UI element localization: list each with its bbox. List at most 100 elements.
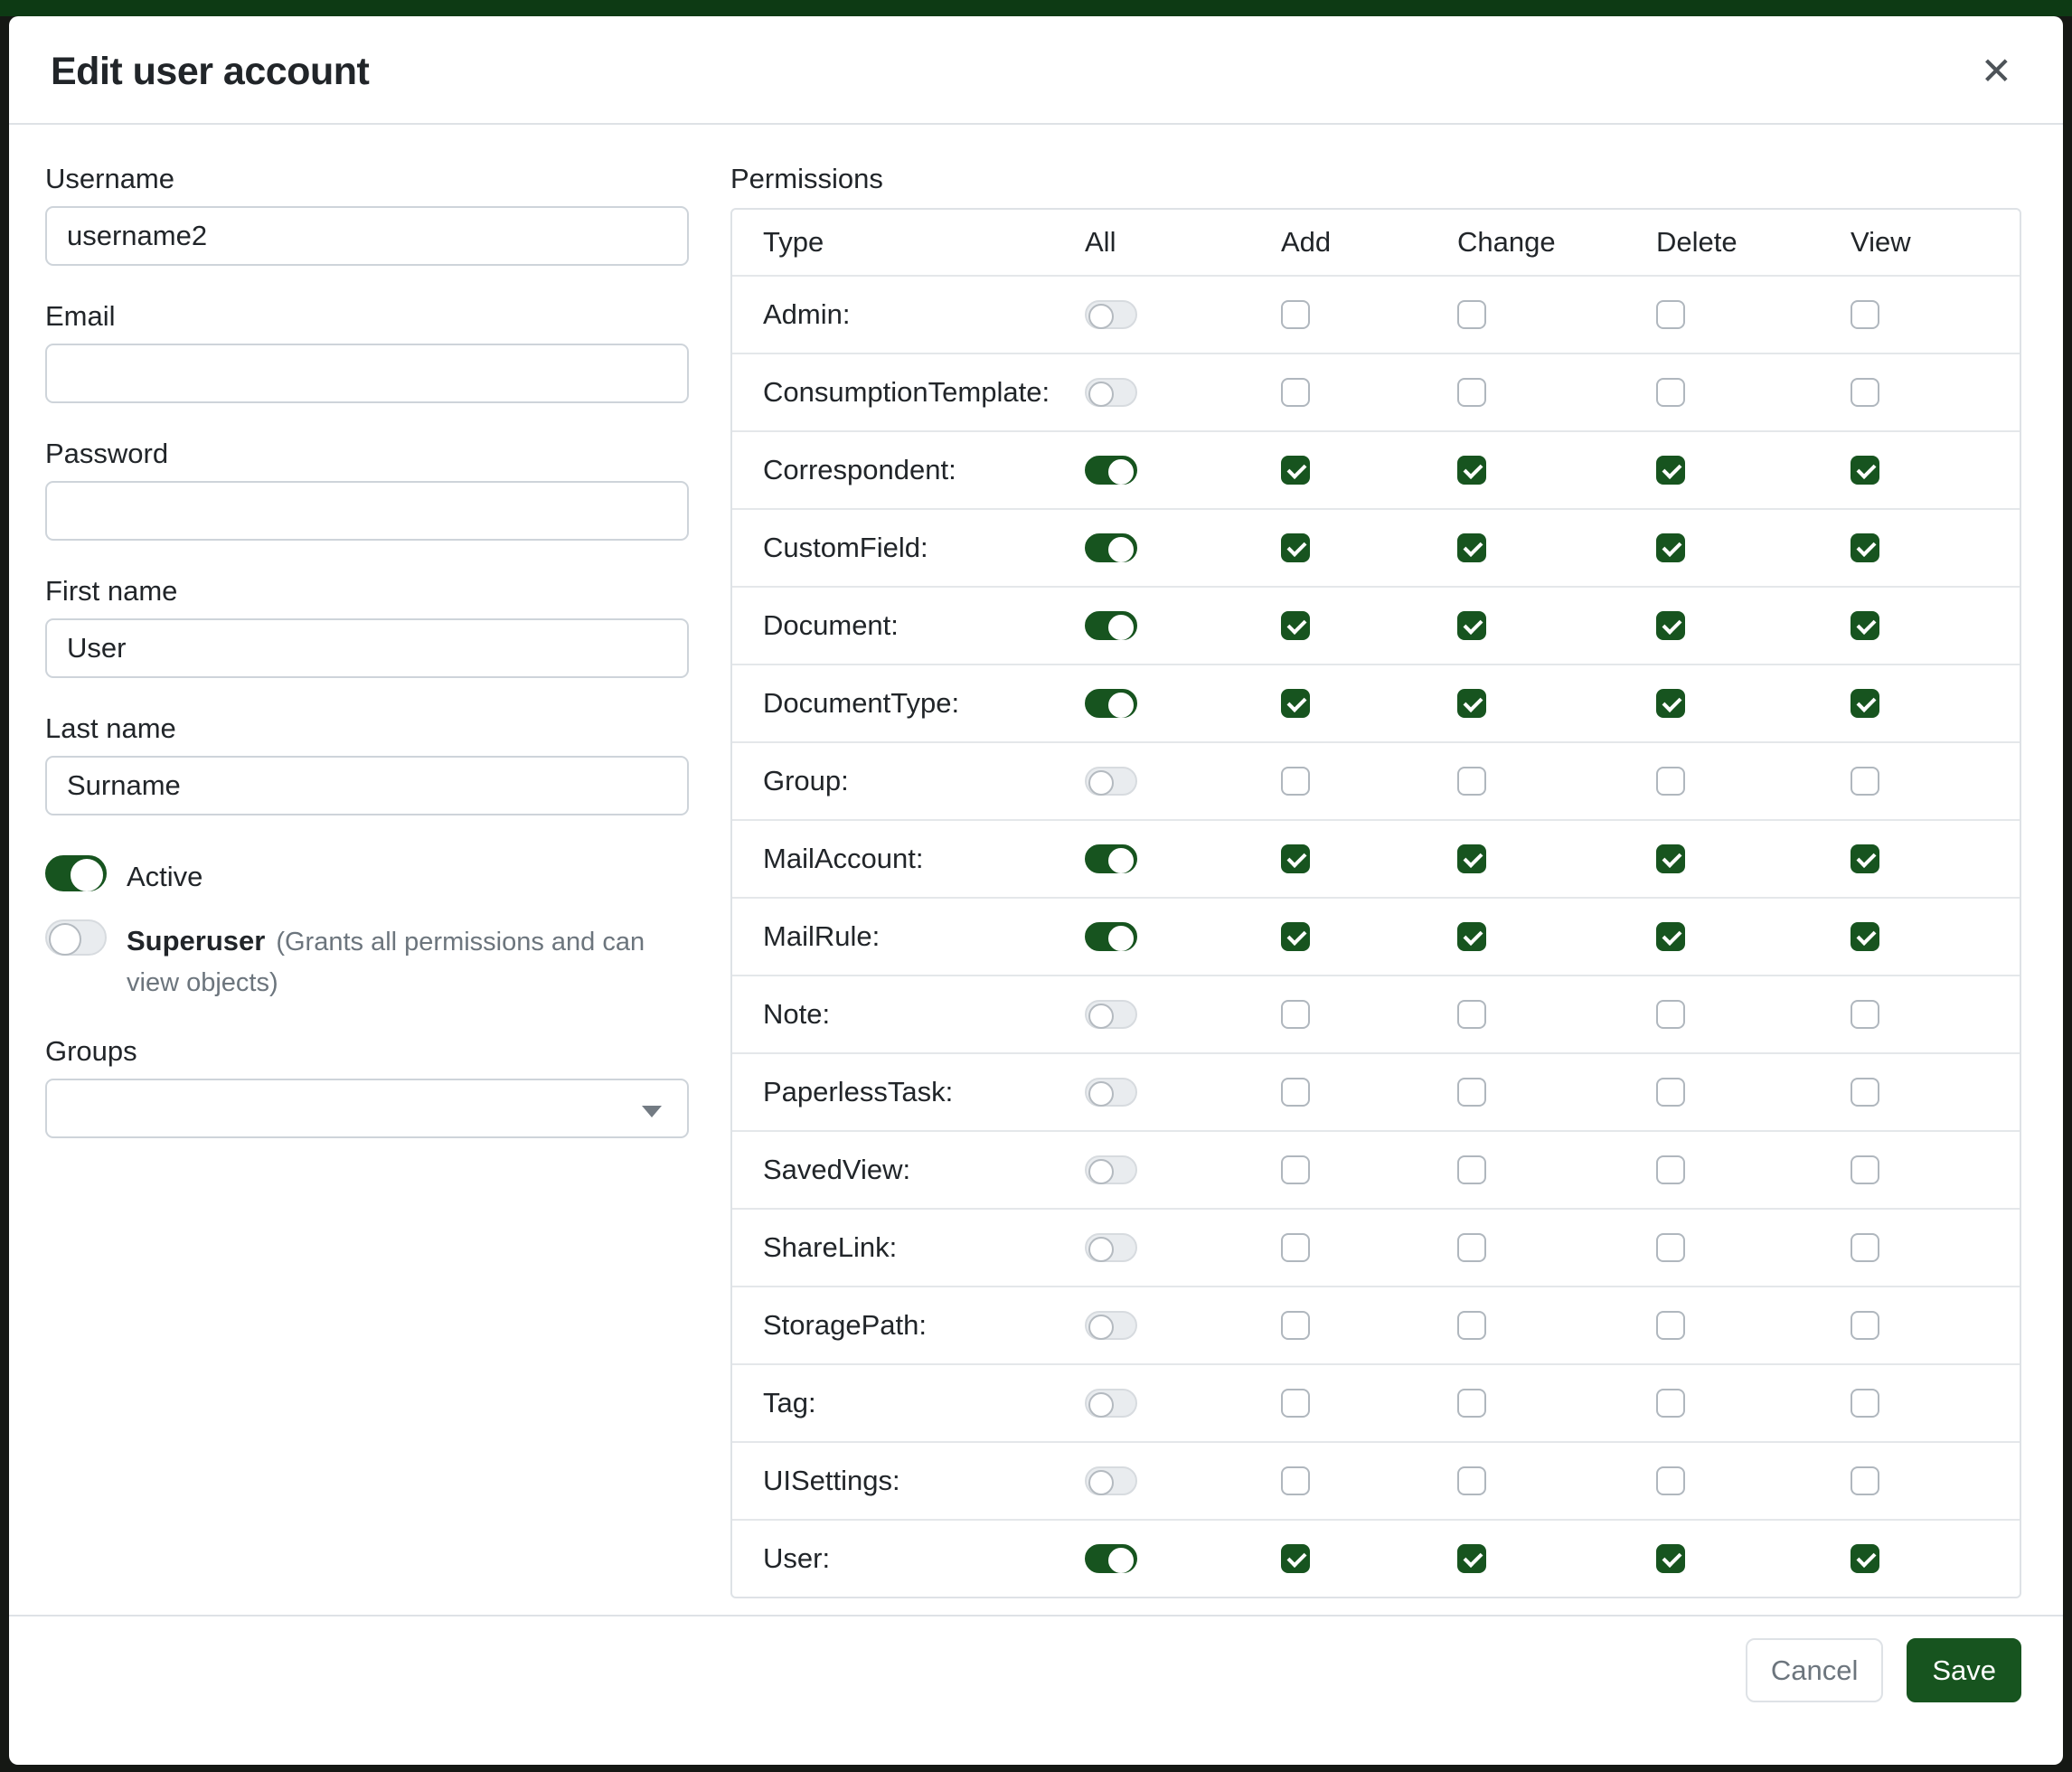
permission-all-toggle[interactable] [1085,378,1137,407]
permission-all-toggle[interactable] [1085,689,1137,718]
permission-add-checkbox[interactable] [1281,1544,1310,1573]
permission-delete-checkbox[interactable] [1656,1311,1685,1340]
permission-all-toggle[interactable] [1085,1000,1137,1029]
permission-view-checkbox[interactable] [1851,456,1879,485]
permission-delete-checkbox[interactable] [1656,300,1685,329]
permission-all-toggle[interactable] [1085,300,1137,329]
first-name-input[interactable] [45,618,689,678]
permission-delete-checkbox[interactable] [1656,767,1685,796]
permission-delete-checkbox[interactable] [1656,1000,1685,1029]
permission-delete-checkbox[interactable] [1656,1544,1685,1573]
permission-row: MailRule: [732,897,2020,975]
permission-all-toggle[interactable] [1085,1544,1137,1573]
permission-change-checkbox[interactable] [1457,300,1486,329]
permission-view-checkbox[interactable] [1851,1466,1879,1495]
permission-view-checkbox[interactable] [1851,922,1879,951]
permission-change-checkbox[interactable] [1457,767,1486,796]
permission-delete-checkbox[interactable] [1656,456,1685,485]
permission-view-checkbox[interactable] [1851,1311,1879,1340]
permission-add-checkbox[interactable] [1281,922,1310,951]
permission-all-toggle[interactable] [1085,767,1137,796]
permission-view-checkbox[interactable] [1851,689,1879,718]
permission-delete-checkbox[interactable] [1656,844,1685,873]
permission-delete-checkbox[interactable] [1656,1155,1685,1184]
permission-view-checkbox[interactable] [1851,1233,1879,1262]
permission-view-checkbox[interactable] [1851,611,1879,640]
permission-add-checkbox[interactable] [1281,300,1310,329]
save-button[interactable]: Save [1907,1638,2021,1702]
permission-delete-checkbox[interactable] [1656,533,1685,562]
permission-change-checkbox[interactable] [1457,1544,1486,1573]
username-input[interactable] [45,206,689,266]
permission-add-checkbox[interactable] [1281,611,1310,640]
permission-change-checkbox[interactable] [1457,844,1486,873]
permission-all-toggle[interactable] [1085,844,1137,873]
permission-all-toggle[interactable] [1085,1233,1137,1262]
permission-type-label: UISettings: [732,1465,1083,1497]
permission-all-toggle[interactable] [1085,456,1137,485]
permission-add-checkbox[interactable] [1281,1000,1310,1029]
permission-view-checkbox[interactable] [1851,378,1879,407]
permission-change-checkbox[interactable] [1457,378,1486,407]
permission-change-checkbox[interactable] [1457,456,1486,485]
permission-add-checkbox[interactable] [1281,378,1310,407]
superuser-toggle[interactable] [45,919,107,956]
permission-view-checkbox[interactable] [1851,1544,1879,1573]
cancel-button[interactable]: Cancel [1746,1638,1884,1702]
permission-change-checkbox[interactable] [1457,1000,1486,1029]
permission-row: Admin: [732,275,2020,353]
permission-delete-checkbox[interactable] [1656,1466,1685,1495]
permission-add-checkbox[interactable] [1281,1466,1310,1495]
permission-change-checkbox[interactable] [1457,1233,1486,1262]
permission-change-checkbox[interactable] [1457,922,1486,951]
permission-delete-checkbox[interactable] [1656,1389,1685,1418]
permission-add-checkbox[interactable] [1281,1389,1310,1418]
permission-delete-checkbox[interactable] [1656,1078,1685,1107]
permission-view-checkbox[interactable] [1851,1000,1879,1029]
permission-all-toggle[interactable] [1085,1466,1137,1495]
permission-change-checkbox[interactable] [1457,533,1486,562]
permission-all-toggle[interactable] [1085,1389,1137,1418]
permission-view-checkbox[interactable] [1851,1389,1879,1418]
permission-view-checkbox[interactable] [1851,767,1879,796]
permission-add-checkbox[interactable] [1281,767,1310,796]
permission-all-toggle[interactable] [1085,533,1137,562]
permission-view-checkbox[interactable] [1851,1155,1879,1184]
permission-delete-checkbox[interactable] [1656,689,1685,718]
permission-all-toggle[interactable] [1085,922,1137,951]
permission-change-checkbox[interactable] [1457,1311,1486,1340]
permission-add-checkbox[interactable] [1281,1311,1310,1340]
permission-change-checkbox[interactable] [1457,1155,1486,1184]
permission-add-checkbox[interactable] [1281,844,1310,873]
permission-all-toggle[interactable] [1085,611,1137,640]
active-toggle[interactable] [45,855,107,891]
permission-delete-checkbox[interactable] [1656,378,1685,407]
permission-delete-checkbox[interactable] [1656,922,1685,951]
password-input[interactable] [45,481,689,541]
permission-add-checkbox[interactable] [1281,1155,1310,1184]
groups-select[interactable] [45,1079,689,1138]
permission-change-checkbox[interactable] [1457,689,1486,718]
permission-add-checkbox[interactable] [1281,1078,1310,1107]
permission-change-checkbox[interactable] [1457,1466,1486,1495]
permission-all-toggle[interactable] [1085,1155,1137,1184]
permission-view-checkbox[interactable] [1851,300,1879,329]
permission-add-checkbox[interactable] [1281,533,1310,562]
modal-header: Edit user account ✕ [9,16,2063,125]
last-name-input[interactable] [45,756,689,815]
permission-all-toggle[interactable] [1085,1311,1137,1340]
permission-change-checkbox[interactable] [1457,1078,1486,1107]
permission-view-checkbox[interactable] [1851,1078,1879,1107]
close-icon[interactable]: ✕ [1972,47,2021,96]
permission-add-checkbox[interactable] [1281,456,1310,485]
permission-change-checkbox[interactable] [1457,1389,1486,1418]
email-input[interactable] [45,344,689,403]
permission-change-checkbox[interactable] [1457,611,1486,640]
permission-add-checkbox[interactable] [1281,1233,1310,1262]
permission-add-checkbox[interactable] [1281,689,1310,718]
permission-all-toggle[interactable] [1085,1078,1137,1107]
permission-view-checkbox[interactable] [1851,844,1879,873]
permission-delete-checkbox[interactable] [1656,611,1685,640]
permission-delete-checkbox[interactable] [1656,1233,1685,1262]
permission-view-checkbox[interactable] [1851,533,1879,562]
